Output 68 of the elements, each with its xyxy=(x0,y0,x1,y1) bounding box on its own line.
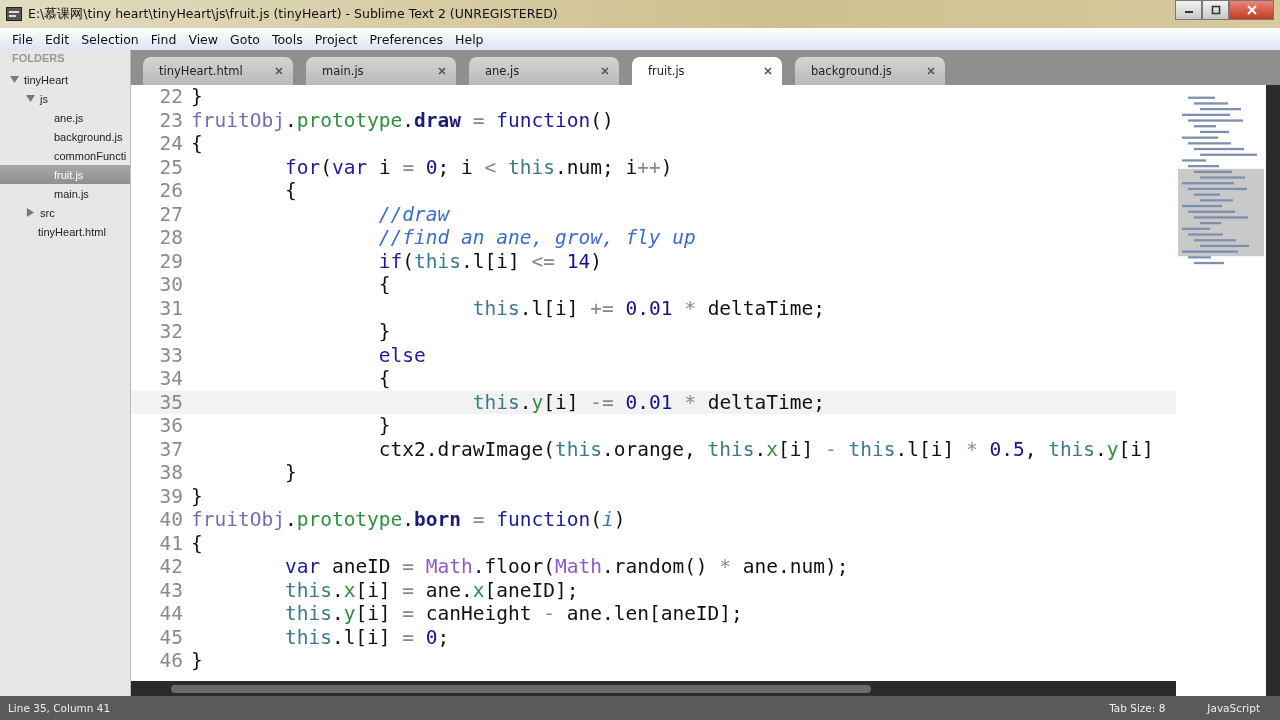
file-tab[interactable]: fruit.js xyxy=(632,57,782,85)
cursor-position: Line 35, Column 41 xyxy=(8,702,111,714)
close-icon[interactable] xyxy=(927,67,935,75)
code-line: 36 } xyxy=(158,414,392,438)
code-line: 24 { xyxy=(158,132,204,156)
menu-item[interactable]: Preferences xyxy=(363,31,450,47)
expanded-triangle-icon[interactable] xyxy=(10,75,19,84)
scrollbar-thumb[interactable] xyxy=(171,684,871,693)
code-line: 37 ctx2.drawImage(this.orange, this.x[i] - this.l[i] * 0.5, this.y[i] xyxy=(158,437,1155,461)
code-line: 26 { xyxy=(158,179,298,203)
menu-item[interactable]: Find xyxy=(144,31,183,47)
close-icon[interactable] xyxy=(438,67,446,75)
maximize-button[interactable] xyxy=(1202,0,1229,20)
code-line: 40 fruitObj.prototype.born = function(i) xyxy=(158,508,627,532)
minimize-button[interactable] xyxy=(1175,0,1202,20)
folder-item[interactable]: src xyxy=(0,203,130,222)
file-tab[interactable]: background.js xyxy=(795,57,945,85)
menu-item[interactable]: File xyxy=(6,31,39,47)
menu-item[interactable]: Selection xyxy=(75,31,145,47)
file-tab[interactable]: tinyHeart.html xyxy=(143,57,293,85)
code-line: 44 this.y[i] = canHeight - ane.len[aneID]; xyxy=(158,602,744,626)
close-icon xyxy=(1246,5,1257,15)
code-line: 38 } xyxy=(158,461,298,485)
code-line: 39 } xyxy=(158,484,204,508)
sidebar-entry[interactable]: commonFuncti xyxy=(0,146,130,165)
code-line: 46 } xyxy=(158,649,204,673)
code-line: 42 var aneID = Math.floor(Math.random() * ane.num); xyxy=(158,555,850,579)
close-icon[interactable] xyxy=(764,67,772,75)
code-line: 41 { xyxy=(158,531,204,555)
maximize-icon xyxy=(1210,5,1221,15)
code-line: 31 this.l[i] += 0.01 * deltaTime; xyxy=(158,296,827,320)
close-button[interactable] xyxy=(1229,0,1274,20)
code-line: 32 } xyxy=(158,320,392,344)
menu-item[interactable]: Goto xyxy=(224,31,266,47)
file-tab[interactable]: ane.js xyxy=(469,57,619,85)
code-line: 28 //find an ane, grow, fly up xyxy=(158,226,697,250)
folder-item[interactable]: js xyxy=(0,89,130,108)
code-line: 33 else xyxy=(158,343,427,367)
sidebar-entry[interactable]: main.js xyxy=(0,184,130,203)
code-line: 27 //draw xyxy=(158,202,451,226)
app-icon xyxy=(6,7,22,21)
folder-item[interactable]: tinyHeart xyxy=(0,70,130,89)
code-line: 43 this.x[i] = ane.x[aneID]; xyxy=(158,578,580,602)
window-title: E:\慕课网\tiny heart\tinyHeart\js\fruit.js (tinyHeart) - Sublime Text 2 (UNREGISTERED) xyxy=(28,5,558,23)
sidebar-heading: FOLDERS xyxy=(11,52,66,66)
syntax-mode[interactable]: JavaScript xyxy=(1207,702,1260,714)
menu-item[interactable]: Help xyxy=(449,31,490,47)
menu-item[interactable]: Edit xyxy=(38,31,76,47)
sidebar-entry[interactable]: ane.js xyxy=(0,108,130,127)
code-line: 22 } xyxy=(158,85,204,109)
code-line: 34 { xyxy=(158,367,392,391)
code-line: 30 { xyxy=(158,273,392,297)
file-tab[interactable]: main.js xyxy=(306,57,456,85)
code-line: 29 if(this.l[i] <= 14) xyxy=(158,249,603,273)
code-line: 23 fruitObj.prototype.draw = function() xyxy=(158,108,615,132)
sidebar-entry[interactable]: background.js xyxy=(0,127,130,146)
vertical-scrollbar[interactable] xyxy=(1266,85,1280,696)
collapsed-triangle-icon[interactable] xyxy=(26,208,35,217)
close-icon[interactable] xyxy=(601,67,609,75)
close-icon[interactable] xyxy=(275,67,283,75)
code-line: 45 this.l[i] = 0; xyxy=(158,625,451,649)
expanded-triangle-icon[interactable] xyxy=(26,94,35,103)
sidebar-entry[interactable]: tinyHeart.html xyxy=(0,222,130,241)
menu-item[interactable]: Tools xyxy=(265,31,309,47)
menu-item[interactable]: Project xyxy=(308,31,364,47)
tab-size[interactable]: Tab Size: 8 xyxy=(1109,702,1166,714)
code-line: 25 for(var i = 0; i < this.num; i++) xyxy=(158,155,674,179)
menu-item[interactable]: View xyxy=(182,31,225,47)
